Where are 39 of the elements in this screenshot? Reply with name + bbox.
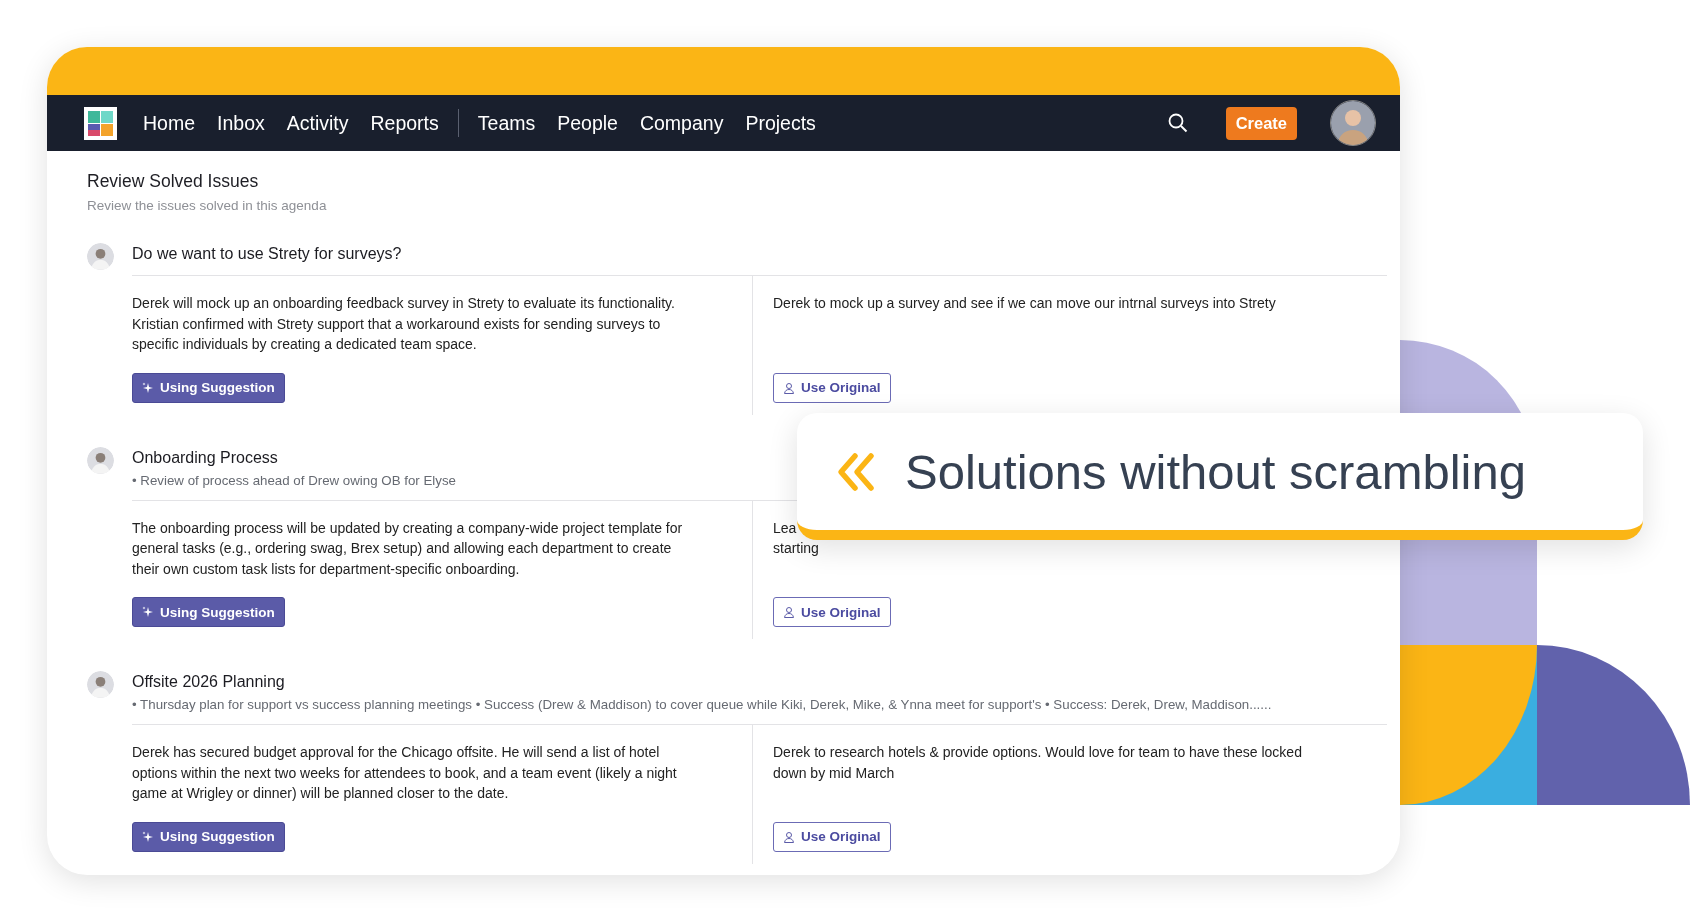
issue-title: Onboarding Process <box>132 447 279 468</box>
nav-link[interactable]: Home <box>143 111 196 135</box>
person-icon <box>783 606 795 618</box>
nav-link[interactable]: Activity <box>286 111 349 135</box>
issue-summary: • Review of process ahead of Drew owing OB for Elyse <box>132 471 456 490</box>
suggestion-text: The onboarding process will be updated by creating a company-wide project template for general tasks (e.g., ordering swag, Brex setup) and allowing each department to create their own custom task lists for department-specific onboarding. <box>132 518 684 579</box>
nav-link[interactable]: Company <box>639 111 724 135</box>
callout-headline: Solutions without scrambling <box>905 443 1526 500</box>
original-button[interactable]: Use Original <box>773 821 891 852</box>
nav-link[interactable]: Projects <box>745 111 816 135</box>
nav-link[interactable]: Inbox <box>217 111 265 135</box>
person-icon <box>783 830 795 843</box>
user-avatar[interactable] <box>1330 100 1376 146</box>
suggestion-button[interactable]: Using Suggestion <box>132 597 285 627</box>
sparkle-icon <box>142 606 154 618</box>
nav-link[interactable]: Teams <box>477 111 536 135</box>
search-icon[interactable] <box>1166 112 1189 134</box>
original-text: Lea starting <box>773 518 820 558</box>
suggestion-text: Derek will mock up an onboarding feedback survey in Strety to evaluate its functionality. Kristian confirmed with Strety support that a workaround exists for sending surveys to specific individuals by creating a dedicated team space. <box>132 294 676 354</box>
app-logo[interactable] <box>84 106 117 140</box>
nav-link[interactable]: People <box>557 111 618 135</box>
nav-link[interactable]: Reports <box>370 111 439 135</box>
suggestion-button[interactable]: Using Suggestion <box>132 821 285 852</box>
issue-title: Do we want to use Strety for surveys? <box>132 244 403 264</box>
suggestion-text: Derek has secured budget approval for the Chicago offsite. He will send a list of hotel options within the next two weeks for attendees to book, and a team event (likely a night game at Wrigley or dinner) will be planned closer to the date. <box>132 743 678 803</box>
double-chevron-icon <box>835 451 877 492</box>
original-button[interactable]: Use Original <box>773 372 891 403</box>
section-subtitle: Review the issues solved in this agenda <box>87 198 328 213</box>
original-text: Derek to mock up a survey and see if we can move our intrnal surveys into Strety <box>773 294 1277 313</box>
issue-summary: • Thursday plan for support vs success planning meetings • Success (Drew & Maddison) to cover queue while Kiki, Derek, Mike, & Ynna meet for support's • Success: Derek, Drew, Maddison...... <box>132 696 1272 714</box>
person-avatar <box>87 446 114 474</box>
person-avatar <box>87 671 114 698</box>
section-title: Review Solved Issues <box>87 171 260 192</box>
person-avatar <box>87 243 114 270</box>
original-button[interactable]: Use Original <box>773 597 891 627</box>
issue-title: Offsite 2026 Planning <box>132 672 286 692</box>
suggestion-button[interactable]: Using Suggestion <box>132 372 285 403</box>
person-icon <box>783 381 795 394</box>
original-text: Derek to research hotels & provide options. Would love for team to have these locked down by mid March <box>773 743 1303 783</box>
